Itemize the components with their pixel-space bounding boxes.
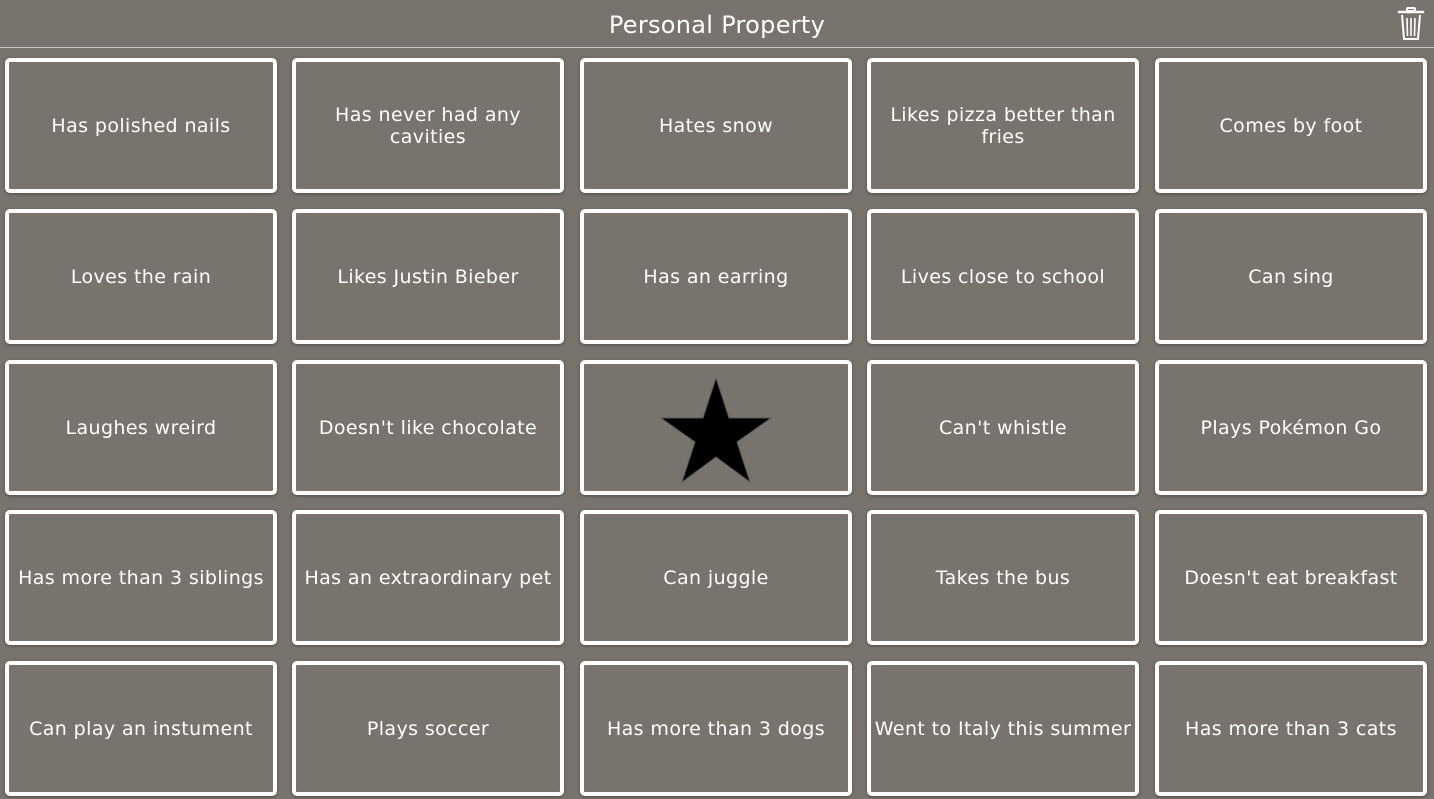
bingo-cell[interactable]: Laughes wreird [5,360,277,495]
bingo-cell[interactable]: Doesn't eat breakfast [1155,510,1427,645]
trash-icon[interactable] [1396,7,1426,41]
cell-label: Takes the bus [935,566,1071,589]
bingo-cell[interactable]: Hates snow [580,58,852,193]
bingo-cell[interactable]: Can play an instument [5,661,277,796]
cell-label: Plays soccer [366,717,490,740]
bingo-cell[interactable]: Has more than 3 siblings [5,510,277,645]
cell-label: Doesn't like chocolate [318,416,538,439]
bingo-cell[interactable]: Has an extraordinary pet [292,510,564,645]
bingo-cell[interactable]: Takes the bus [867,510,1139,645]
bingo-cell[interactable]: Can juggle [580,510,852,645]
cell-label: Can play an instument [29,717,253,740]
page-title: Personal Property [608,11,826,39]
cell-label: Likes pizza better than fries [890,103,1116,148]
cell-label: Lives close to school [900,265,1106,288]
cell-label: Loves the rain [70,265,212,288]
bingo-cell[interactable]: Loves the rain [5,209,277,344]
cell-label: Comes by foot [1219,114,1363,137]
star-icon [659,375,773,483]
bingo-cell[interactable]: Comes by foot [1155,58,1427,193]
bingo-cell[interactable]: Plays Pokémon Go [1155,360,1427,495]
cell-label: Has an extraordinary pet [304,566,552,589]
bingo-cell[interactable]: Has more than 3 cats [1155,661,1427,796]
cell-label: Hates snow [658,114,774,137]
bingo-cell[interactable]: Likes Justin Bieber [292,209,564,344]
cell-label: Has an earring [643,265,789,288]
bingo-cell[interactable]: Went to Italy this summer [867,661,1139,796]
bingo-cell[interactable]: Has never had any cavities [292,58,564,193]
cell-label: Can't whistle [938,416,1068,439]
bingo-cell[interactable]: Can't whistle [867,360,1139,495]
bingo-cell[interactable]: Has polished nails [5,58,277,193]
trash-icon-glyph [1397,7,1425,40]
bingo-cell[interactable]: Has an earring [580,209,852,344]
bingo-cell[interactable]: Lives close to school [867,209,1139,344]
cell-label: Laughes wreird [65,416,217,439]
cell-label: Doesn't eat breakfast [1184,566,1398,589]
bingo-cell[interactable]: Can sing [1155,209,1427,344]
header-bar: Personal Property [0,0,1434,48]
cell-label: Has more than 3 cats [1185,717,1397,740]
cell-label: Has more than 3 siblings [18,566,264,589]
cell-label: Has never had any cavities [335,103,521,148]
cell-label: Plays Pokémon Go [1200,416,1382,439]
bingo-cell[interactable]: Plays soccer [292,661,564,796]
cell-label: Went to Italy this summer [874,717,1132,740]
bingo-cell[interactable]: Has more than 3 dogs [580,661,852,796]
free-space-cell[interactable] [580,360,852,495]
cell-label: Likes Justin Bieber [337,265,519,288]
bingo-cell[interactable]: Doesn't like chocolate [292,360,564,495]
cell-label: Has polished nails [51,114,231,137]
cell-label: Can juggle [663,566,769,589]
bingo-cell[interactable]: Likes pizza better than fries [867,58,1139,193]
cell-label: Can sing [1248,265,1334,288]
cell-label: Has more than 3 dogs [606,717,826,740]
